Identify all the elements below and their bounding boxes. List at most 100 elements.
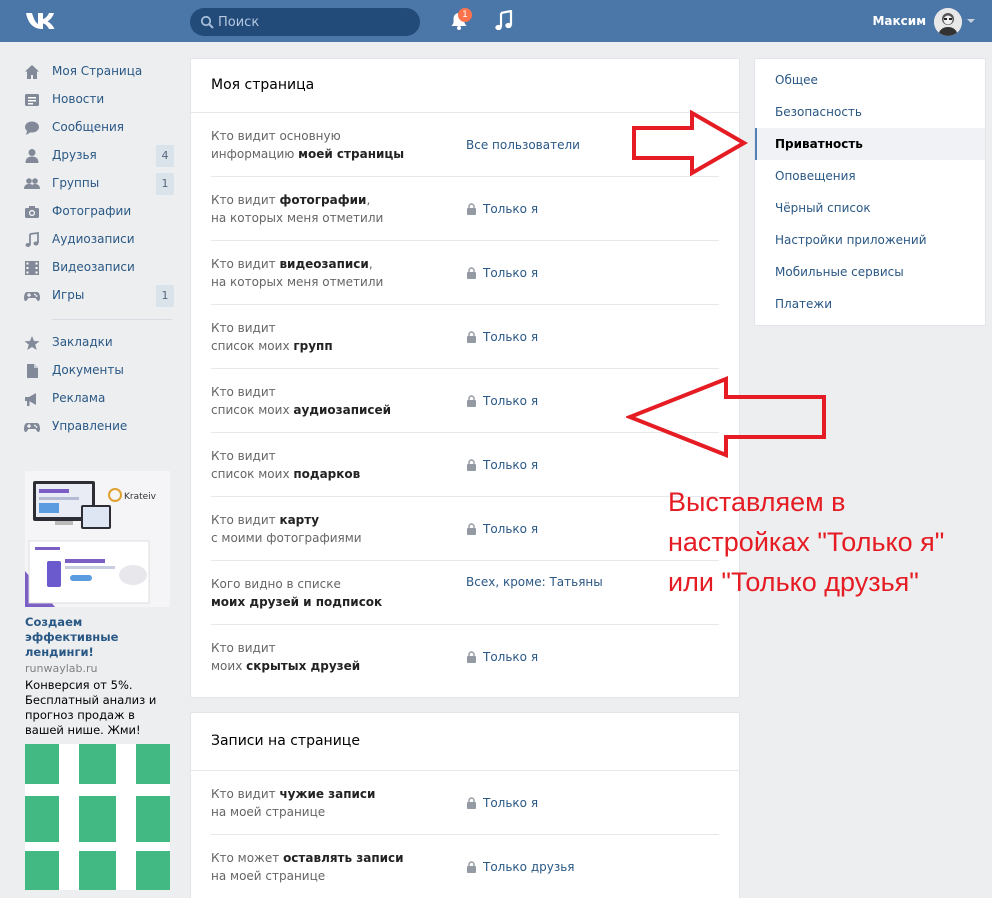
ad-brand: Krateiv: [124, 492, 157, 502]
question-line: Кого видно в списке: [211, 577, 341, 591]
nav-item-messages[interactable]: Сообщения: [22, 114, 178, 142]
camera-icon: [25, 206, 39, 218]
nav-label: Аудиозаписи: [52, 232, 135, 246]
lock-icon: [467, 651, 476, 663]
ad-tile: [79, 796, 116, 842]
nav-item-games[interactable]: Игры 1: [22, 282, 178, 310]
groups-icon: [24, 178, 40, 189]
question-line: Кто видит: [211, 449, 276, 463]
question-bold: видеозаписи: [279, 257, 369, 271]
setting-row: Кто видит чужие записи на моей странице Т…: [211, 771, 719, 835]
annotation-line: или "Только друзья": [668, 567, 919, 597]
setting-value-dropdown[interactable]: Все пользователи: [466, 113, 580, 177]
question-line: на моей странице: [211, 805, 326, 819]
ad-block[interactable]: Krateiv Создаем эффективные лендинги! ru…: [25, 471, 171, 738]
nav-item-my-page[interactable]: Моя Страница: [22, 58, 178, 86]
settings-menu-notifications[interactable]: Оповещения: [755, 160, 985, 192]
ad-title[interactable]: Создаем эффективные лендинги!: [25, 615, 171, 660]
setting-value: Только я: [483, 796, 539, 810]
question-line: Кто видит: [211, 257, 280, 271]
question-line: на которых меня отметили: [211, 275, 384, 289]
settings-menu-app-settings[interactable]: Настройки приложений: [755, 224, 985, 256]
friends-icon: [25, 149, 39, 163]
setting-value-dropdown[interactable]: Только я: [466, 369, 538, 433]
search-input[interactable]: [218, 8, 413, 36]
lock-icon: [467, 331, 476, 343]
nav-item-news[interactable]: Новости: [22, 86, 178, 114]
ad-tile: [79, 744, 116, 784]
question-line: на которых меня отметили: [211, 211, 384, 225]
ad-image-2[interactable]: [25, 744, 170, 890]
ad-image-illustration: Krateiv: [25, 471, 170, 607]
question-bold: фотографии: [279, 193, 367, 207]
news-icon: [25, 94, 39, 106]
ad-tile: [25, 796, 59, 842]
nav-item-groups[interactable]: Группы 1: [22, 170, 178, 198]
setting-row: Кто может оставлять записи на моей страни…: [211, 835, 719, 898]
annotation-arrow-right-icon: [632, 110, 749, 176]
privacy-panel-wall: Записи на странице Кто видит чужие запис…: [190, 712, 740, 898]
settings-menu-payments[interactable]: Платежи: [755, 288, 985, 320]
setting-value-dropdown[interactable]: Только друзья: [466, 835, 575, 898]
games-count-badge: 1: [156, 285, 174, 307]
question-line: Кто может: [211, 851, 284, 865]
question-line: моих: [211, 659, 247, 673]
settings-menu-mobile[interactable]: Мобильные сервисы: [755, 256, 985, 288]
settings-menu-privacy[interactable]: Приватность: [755, 128, 985, 160]
setting-value-dropdown[interactable]: Только я: [466, 497, 538, 561]
notifications-badge: 1: [458, 8, 472, 22]
ad-domain[interactable]: runwaylab.ru: [25, 660, 171, 678]
document-icon: [27, 364, 38, 378]
setting-value-dropdown[interactable]: Только я: [466, 771, 538, 835]
search-box[interactable]: [190, 8, 420, 36]
vk-logo-icon[interactable]: [24, 9, 58, 33]
music-icon[interactable]: [494, 10, 514, 32]
setting-value-dropdown[interactable]: Всех, кроме: Татьяны: [466, 561, 603, 625]
nav-item-manage[interactable]: Управление: [22, 413, 178, 441]
annotation-line: настройках "Только я": [668, 527, 945, 557]
home-icon: [25, 65, 39, 79]
ad-tile: [25, 851, 59, 890]
setting-value: Только я: [483, 202, 539, 216]
setting-value: Только я: [483, 522, 539, 536]
setting-row: Кто видит моих скрытых друзей Только я: [211, 625, 719, 689]
nav-item-video[interactable]: Видеозаписи: [22, 254, 178, 282]
gamepad-icon: [24, 292, 40, 302]
setting-value: Все пользователи: [466, 138, 580, 152]
setting-value-dropdown[interactable]: Только я: [466, 241, 538, 305]
setting-question: Кто видит карту с моими фотографиями: [211, 497, 461, 561]
ad-image[interactable]: Krateiv: [25, 471, 170, 607]
setting-value-dropdown[interactable]: Только я: [466, 305, 538, 369]
user-name[interactable]: Максим: [860, 14, 926, 28]
setting-value-dropdown[interactable]: Только я: [466, 177, 538, 241]
nav-item-documents[interactable]: Документы: [22, 357, 178, 385]
annotation-arrow-left-icon: [626, 376, 826, 458]
nav-item-friends[interactable]: Друзья 4: [22, 142, 178, 170]
question-bold: оставлять записи: [283, 851, 404, 865]
nav-label: Игры: [52, 288, 85, 302]
nav-item-ads[interactable]: Реклама: [22, 385, 178, 413]
setting-value: Только я: [483, 458, 539, 472]
settings-menu-blacklist[interactable]: Чёрный список: [755, 192, 985, 224]
star-icon: [24, 336, 40, 350]
settings-menu-security[interactable]: Безопасность: [755, 96, 985, 128]
nav-item-photos[interactable]: Фотографии: [22, 198, 178, 226]
panel-title: Записи на странице: [191, 713, 739, 771]
setting-question: Кто может оставлять записи на моей страни…: [211, 835, 461, 898]
avatar[interactable]: [934, 8, 962, 36]
nav-item-bookmarks[interactable]: Закладки: [22, 329, 178, 357]
setting-row: Кто видит видеозаписи, на которых меня от…: [211, 241, 719, 305]
setting-value-dropdown[interactable]: Только я: [466, 625, 538, 689]
ad-text: Конверсия от 5%. Бесплатный анализ и про…: [25, 678, 157, 737]
ad-tile: [136, 744, 170, 784]
setting-row: Кого видно в списке моих друзей и подписо…: [211, 561, 719, 625]
chevron-down-icon[interactable]: [967, 19, 975, 23]
question-bold: групп: [293, 339, 333, 353]
lock-icon: [467, 523, 476, 535]
setting-value-dropdown[interactable]: Только я: [466, 433, 538, 497]
nav-label: Новости: [52, 92, 105, 106]
nav-item-audio[interactable]: Аудиозаписи: [22, 226, 178, 254]
question-punct: ,: [368, 257, 373, 271]
settings-menu-general[interactable]: Общее: [755, 64, 985, 96]
lock-icon: [467, 267, 476, 279]
